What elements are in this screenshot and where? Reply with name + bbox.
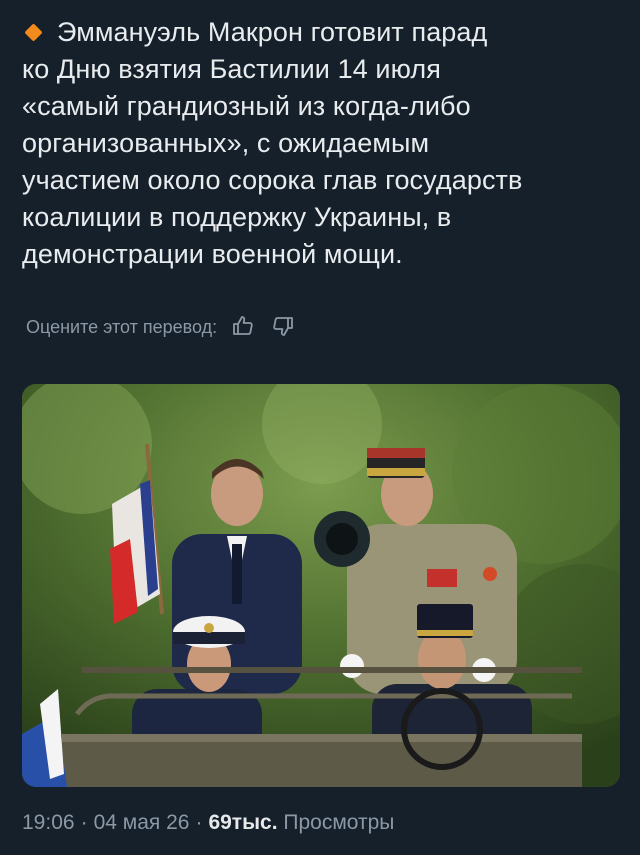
parade-photo-illustration (22, 384, 620, 787)
post-date[interactable]: 04 мая 26 (94, 811, 190, 834)
post-text-line: Эммануэль Макрон готовит парад (22, 14, 622, 51)
post-text-line-1: Эммануэль Макрон готовит парад (57, 17, 488, 47)
post-meta: 19:06 · 04 мая 26 · 69тыс. Просмотры (22, 811, 394, 835)
post-photo[interactable] (22, 384, 620, 787)
post-text-line-6: коалиции в поддержку Украины, в (22, 202, 452, 232)
views-count[interactable]: 69тыс. (208, 811, 277, 834)
thumbs-down-icon (273, 317, 294, 336)
orange-diamond-icon (24, 23, 43, 42)
translation-rating-label: Оцените этот перевод: (26, 316, 218, 337)
post-time[interactable]: 19:06 (22, 811, 75, 834)
post-text: Эммануэль Макрон готовит парад ко Дню вз… (22, 14, 622, 273)
post-text-line-7: демонстрации военной мощи. (22, 239, 403, 269)
views-label[interactable]: Просмотры (283, 811, 394, 834)
separator: · (80, 811, 88, 834)
post-text-line-4: организованных», с ожидаемым (22, 128, 430, 158)
thumbs-up-icon (233, 316, 253, 335)
thumbs-up-button[interactable] (231, 314, 257, 340)
thumbs-down-button[interactable] (271, 314, 297, 340)
post-text-line-3: «самый грандиозный из когда-либо (22, 91, 471, 121)
post-text-line-5: участием около сорока глав государств (22, 165, 523, 195)
translation-rating: Оцените этот перевод: (26, 313, 297, 341)
separator: · (195, 811, 203, 834)
post-text-line-2: ко Дню взятия Бастилии 14 июля (22, 54, 441, 84)
